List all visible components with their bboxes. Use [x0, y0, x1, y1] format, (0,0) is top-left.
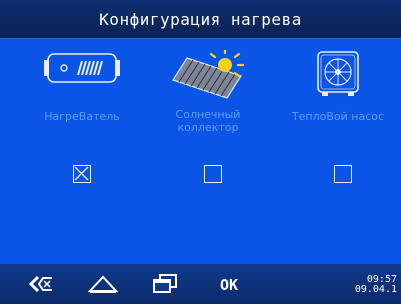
bottom-nav-bar: OK 09:57 09.04.1 [0, 264, 401, 304]
ok-button[interactable]: OK [220, 276, 238, 294]
heater-icon [44, 53, 120, 83]
clock: 09:57 09.04.1 [355, 275, 397, 295]
heat-pump-icon [317, 51, 359, 96]
heater-checkbox[interactable] [73, 165, 91, 183]
checkbox-cross-icon [74, 166, 89, 181]
solar-collector-icon [172, 50, 245, 99]
solar-label-text: Солнечный коллектор [175, 108, 241, 134]
option-solar-collector-label: Солнечный коллектор [148, 108, 268, 134]
option-heater-label: НагреВатель [44, 110, 120, 123]
option-heat-pump[interactable]: ТеплоВой насос [278, 50, 398, 123]
option-solar-collector[interactable]: Солнечный коллектор [148, 50, 268, 134]
option-heater[interactable]: НагреВатель [22, 50, 142, 123]
windows-icon[interactable] [152, 274, 178, 298]
clock-date: 09.04.1 [354, 284, 397, 295]
heat-pump-checkbox[interactable] [334, 165, 352, 183]
home-icon[interactable] [87, 274, 119, 298]
title-bar: Конфигурация нагрева [0, 0, 401, 39]
page-title: Конфигурация нагрева [99, 9, 302, 29]
solar-collector-checkbox[interactable] [204, 165, 222, 183]
back-icon[interactable] [28, 274, 54, 298]
option-heat-pump-label: ТеплоВой насос [291, 110, 385, 123]
